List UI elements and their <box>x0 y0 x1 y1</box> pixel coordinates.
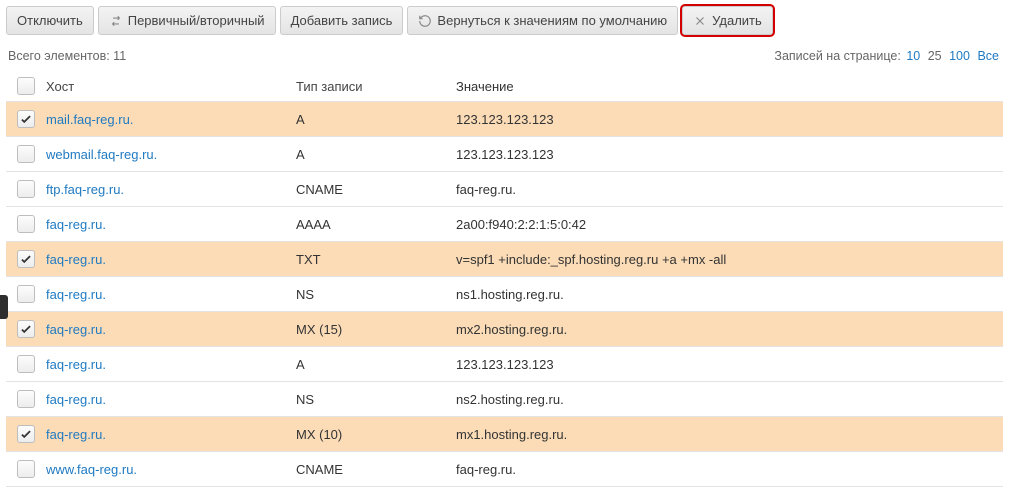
meta-row: Всего элементов: 11 Записей на странице:… <box>6 49 1003 63</box>
table-row: www.faq-reg.ru. CNAMEfaq-reg.ru. <box>6 452 1003 487</box>
host-link[interactable]: faq-reg.ru. <box>46 427 106 442</box>
record-value: 123.123.123.123 <box>456 147 1003 162</box>
table-row: faq-reg.ru. NSns1.hosting.reg.ru. <box>6 277 1003 312</box>
row-checkbox[interactable] <box>17 425 35 443</box>
table-row: faq-reg.ru. AAAA2a00:f940:2:2:1:5:0:42 <box>6 207 1003 242</box>
row-checkbox[interactable] <box>17 355 35 373</box>
record-value: v=spf1 +include:_spf.hosting.reg.ru +a +… <box>456 252 1003 267</box>
add-record-label: Добавить запись <box>291 13 393 28</box>
col-header-type[interactable]: Тип записи <box>296 79 456 94</box>
host-link[interactable]: faq-reg.ru. <box>46 252 106 267</box>
close-icon <box>693 14 707 28</box>
record-type: NS <box>296 392 456 407</box>
record-type: CNAME <box>296 462 456 477</box>
table-row: faq-reg.ru. TXTv=spf1 +include:_spf.hosti… <box>6 242 1003 277</box>
table-row: faq-reg.ru. NSns2.hosting.reg.ru. <box>6 382 1003 417</box>
record-value: faq-reg.ru. <box>456 182 1003 197</box>
record-type: NS <box>296 287 456 302</box>
per-page-option[interactable]: 100 <box>949 49 970 63</box>
select-all-checkbox[interactable] <box>17 77 35 95</box>
reset-defaults-label: Вернуться к значениям по умолчанию <box>437 13 667 28</box>
host-link[interactable]: faq-reg.ru. <box>46 357 106 372</box>
refresh-icon <box>418 14 432 28</box>
row-checkbox[interactable] <box>17 145 35 163</box>
disable-label: Отключить <box>17 13 83 28</box>
per-page-current: 25 <box>928 49 942 63</box>
record-value: faq-reg.ru. <box>456 462 1003 477</box>
per-page-label: Записей на странице: <box>774 49 900 63</box>
record-type: MX (10) <box>296 427 456 442</box>
host-link[interactable]: faq-reg.ru. <box>46 392 106 407</box>
per-page-options: 10 25 100 Все <box>904 49 1001 63</box>
table-row: webmail.faq-reg.ru. A123.123.123.123 <box>6 137 1003 172</box>
record-type: AAAA <box>296 217 456 232</box>
host-link[interactable]: mail.faq-reg.ru. <box>46 112 133 127</box>
row-checkbox[interactable] <box>17 215 35 233</box>
swap-icon <box>109 14 123 28</box>
host-link[interactable]: faq-reg.ru. <box>46 217 106 232</box>
row-checkbox[interactable] <box>17 180 35 198</box>
table-row: ftp.faq-reg.ru. CNAMEfaq-reg.ru. <box>6 172 1003 207</box>
row-checkbox[interactable] <box>17 390 35 408</box>
record-type: TXT <box>296 252 456 267</box>
toolbar: Отключить Первичный/вторичный Добавить з… <box>6 6 1003 35</box>
row-checkbox[interactable] <box>17 320 35 338</box>
add-record-button[interactable]: Добавить запись <box>280 6 404 35</box>
row-checkbox[interactable] <box>17 285 35 303</box>
row-checkbox[interactable] <box>17 250 35 268</box>
dns-table: Хост Тип записи Значение mail.faq-reg.ru… <box>6 71 1003 487</box>
row-checkbox[interactable] <box>17 110 35 128</box>
record-value: 123.123.123.123 <box>456 112 1003 127</box>
table-row: faq-reg.ru. A123.123.123.123 <box>6 347 1003 382</box>
total-count: Всего элементов: 11 <box>8 49 126 63</box>
table-row: mail.faq-reg.ru. A123.123.123.123 <box>6 102 1003 137</box>
col-header-value[interactable]: Значение <box>456 79 1003 94</box>
col-header-host[interactable]: Хост <box>46 79 296 94</box>
disable-button[interactable]: Отключить <box>6 6 94 35</box>
row-checkbox[interactable] <box>17 460 35 478</box>
record-value: 123.123.123.123 <box>456 357 1003 372</box>
per-page: Записей на странице: 10 25 100 Все <box>774 49 1001 63</box>
side-handle[interactable] <box>0 295 8 319</box>
record-type: CNAME <box>296 182 456 197</box>
delete-label: Удалить <box>712 13 762 28</box>
host-link[interactable]: faq-reg.ru. <box>46 287 106 302</box>
primary-secondary-button[interactable]: Первичный/вторичный <box>98 6 276 35</box>
per-page-option[interactable]: Все <box>977 49 999 63</box>
record-type: MX (15) <box>296 322 456 337</box>
host-link[interactable]: ftp.faq-reg.ru. <box>46 182 124 197</box>
reset-defaults-button[interactable]: Вернуться к значениям по умолчанию <box>407 6 678 35</box>
record-value: mx1.hosting.reg.ru. <box>456 427 1003 442</box>
host-link[interactable]: faq-reg.ru. <box>46 322 106 337</box>
primary-secondary-label: Первичный/вторичный <box>128 13 265 28</box>
record-type: A <box>296 112 456 127</box>
record-value: mx2.hosting.reg.ru. <box>456 322 1003 337</box>
record-value: ns2.hosting.reg.ru. <box>456 392 1003 407</box>
table-row: faq-reg.ru. MX (10)mx1.hosting.reg.ru. <box>6 417 1003 452</box>
table-row: faq-reg.ru. MX (15)mx2.hosting.reg.ru. <box>6 312 1003 347</box>
host-link[interactable]: webmail.faq-reg.ru. <box>46 147 157 162</box>
record-type: A <box>296 357 456 372</box>
host-link[interactable]: www.faq-reg.ru. <box>46 462 137 477</box>
record-value: 2a00:f940:2:2:1:5:0:42 <box>456 217 1003 232</box>
record-value: ns1.hosting.reg.ru. <box>456 287 1003 302</box>
per-page-option[interactable]: 10 <box>906 49 920 63</box>
table-header: Хост Тип записи Значение <box>6 71 1003 102</box>
table-body: mail.faq-reg.ru.A123.123.123.123webmail.… <box>6 102 1003 487</box>
delete-button[interactable]: Удалить <box>682 6 773 35</box>
record-type: A <box>296 147 456 162</box>
